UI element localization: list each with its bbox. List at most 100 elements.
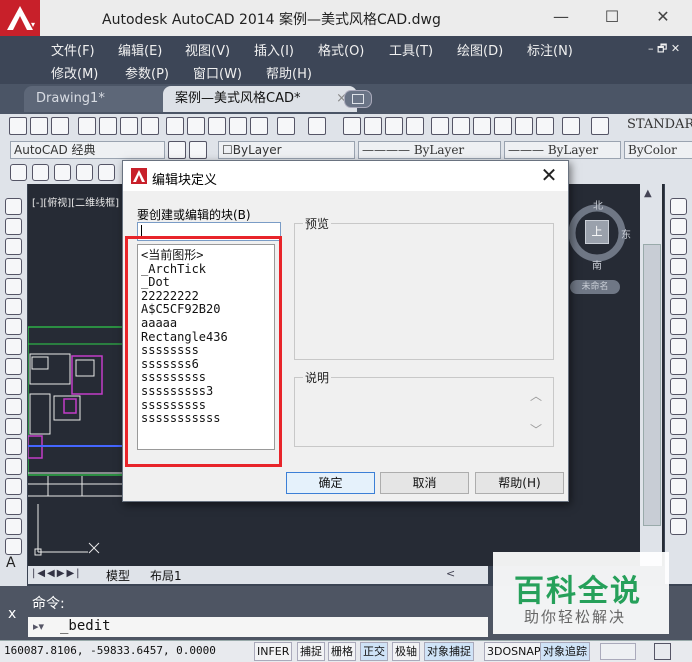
scroll-thumb[interactable] [643, 244, 661, 526]
zoom-realtime-icon[interactable] [364, 117, 382, 135]
copy-icon[interactable] [187, 117, 205, 135]
menu-format[interactable]: 格式(O) [318, 40, 364, 59]
tool-palettes-icon[interactable] [473, 117, 491, 135]
sheet-set-icon[interactable] [494, 117, 512, 135]
scroll-down-icon[interactable]: ﹀ [530, 421, 542, 438]
3dosnap-toggle[interactable]: 3DOSNAP [484, 642, 544, 661]
clean-screen-icon[interactable] [654, 643, 671, 660]
multiline-text-icon[interactable]: A [6, 555, 16, 571]
new-tab-button[interactable] [344, 90, 372, 108]
workspace-dropdown[interactable]: AutoCAD 经典 [10, 141, 165, 159]
menu-parametric[interactable]: 参数(P) [125, 63, 169, 82]
layer-isolate-icon[interactable] [54, 164, 71, 181]
viewcube-top-face[interactable]: 上 [585, 220, 609, 244]
arc-icon[interactable] [5, 298, 22, 315]
fillet-icon[interactable] [670, 478, 687, 495]
menu-edit[interactable]: 编辑(E) [118, 40, 162, 59]
properties-icon[interactable] [431, 117, 449, 135]
object-tracking-toggle[interactable]: 对象追踪 [540, 642, 590, 661]
line-tool-icon[interactable] [5, 198, 22, 215]
workspace-settings-icon[interactable] [168, 141, 186, 159]
layer-manager-icon[interactable] [189, 141, 207, 159]
layer-unisolate-icon[interactable] [76, 164, 93, 181]
open-icon[interactable] [30, 117, 48, 135]
help-icon[interactable] [562, 117, 580, 135]
rotate-icon[interactable] [670, 318, 687, 335]
ellipse-arc-icon[interactable] [5, 398, 22, 415]
polygon-icon[interactable] [5, 258, 22, 275]
tab-layout1[interactable]: 布局1 [150, 567, 182, 584]
help-button[interactable]: 帮助(H) [475, 472, 564, 494]
menu-insert[interactable]: 插入(I) [254, 40, 294, 59]
construction-line-icon[interactable] [5, 218, 22, 235]
mirror-icon[interactable] [670, 238, 687, 255]
close-window-button[interactable]: ✕ [648, 6, 678, 28]
menu-window[interactable]: 窗口(W) [193, 63, 242, 82]
zoom-window-icon[interactable] [385, 117, 403, 135]
cancel-button[interactable]: 取消 [380, 472, 469, 494]
linetype-dropdown[interactable]: ———— ByLayer [358, 141, 501, 159]
save-icon[interactable] [51, 117, 69, 135]
text-style-icon[interactable] [591, 117, 609, 135]
viewcube-east[interactable]: 东 [621, 226, 631, 241]
infer-toggle[interactable]: INFER [254, 642, 293, 661]
publish-icon[interactable] [120, 117, 138, 135]
menu-view[interactable]: 视图(V) [185, 40, 230, 59]
block-editor-icon[interactable] [250, 117, 268, 135]
dialog-close-button[interactable]: ✕ [536, 163, 562, 187]
plot-style-dropdown[interactable]: ByColor [624, 141, 692, 159]
blend-curves-icon[interactable] [670, 498, 687, 515]
ellipse-icon[interactable] [5, 378, 22, 395]
menu-dimension[interactable]: 标注(N) [527, 40, 573, 59]
snap-toggle[interactable]: 捕捉 [297, 642, 325, 661]
hatch-icon[interactable] [5, 478, 22, 495]
3d-print-icon[interactable] [141, 117, 159, 135]
quickcalc-icon[interactable] [536, 117, 554, 135]
scroll-up-icon[interactable]: ▲ [644, 188, 652, 199]
redo-icon[interactable] [308, 117, 326, 135]
menu-file[interactable]: 文件(F) [51, 40, 95, 59]
insert-block-icon[interactable] [5, 418, 22, 435]
scale-icon[interactable] [670, 338, 687, 355]
text-style-value[interactable]: STANDAR [627, 117, 692, 132]
circle-icon[interactable] [5, 318, 22, 335]
layout-nav-icon[interactable]: |◀◀▶▶| [32, 568, 82, 579]
array-icon[interactable] [670, 278, 687, 295]
command-prompt-icon[interactable]: ▸▾ [33, 620, 44, 633]
plot-icon[interactable] [78, 117, 96, 135]
join-icon[interactable] [670, 438, 687, 455]
erase-icon[interactable] [670, 198, 687, 215]
object-snap-toggle[interactable]: 对象捕捉 [424, 642, 474, 661]
vertical-scrollbar[interactable]: ▲ [640, 184, 662, 566]
copy-object-icon[interactable] [670, 218, 687, 235]
rectangle-icon[interactable] [5, 278, 22, 295]
menu-help[interactable]: 帮助(H) [266, 63, 312, 82]
offset-icon[interactable] [670, 258, 687, 275]
extend-icon[interactable] [670, 398, 687, 415]
menu-modify[interactable]: 修改(M) [51, 63, 98, 82]
document-window-controls[interactable]: – 🗗 ✕ [648, 40, 680, 59]
scroll-up-icon[interactable]: ︿ [530, 387, 542, 404]
trim-icon[interactable] [670, 378, 687, 395]
markup-icon[interactable] [515, 117, 533, 135]
ucs-menu[interactable]: 未命名 [570, 280, 620, 294]
polyline-icon[interactable] [5, 238, 22, 255]
menu-draw[interactable]: 绘图(D) [457, 40, 503, 59]
menu-tools[interactable]: 工具(T) [389, 40, 433, 59]
pan-icon[interactable] [343, 117, 361, 135]
tab-drawing1[interactable]: Drawing1* [24, 86, 176, 112]
paste-icon[interactable] [208, 117, 226, 135]
dynamic-ucs-icon[interactable] [600, 643, 636, 660]
viewcube-north[interactable]: 北 [593, 197, 603, 212]
break-icon[interactable] [670, 418, 687, 435]
scroll-left-icon[interactable]: < [446, 567, 455, 580]
region-icon[interactable] [5, 518, 22, 535]
coordinate-readout[interactable]: 160087.8106, -59833.6457, 0.0000 [4, 644, 216, 657]
gradient-icon[interactable] [5, 498, 22, 515]
explode-icon[interactable] [670, 518, 687, 535]
grid-toggle[interactable]: 栅格 [328, 642, 356, 661]
make-block-icon[interactable] [5, 438, 22, 455]
point-icon[interactable] [5, 458, 22, 475]
spline-icon[interactable] [5, 358, 22, 375]
app-menu-arrow-icon[interactable]: ▾ [31, 20, 35, 29]
